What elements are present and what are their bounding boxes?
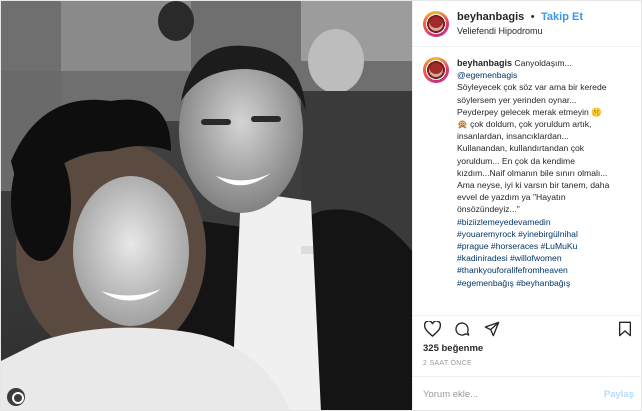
bookmark-icon[interactable]: [616, 320, 634, 338]
caption-text-line: Ama neyse, iyi ki varsın bir tanem, daha: [457, 180, 610, 191]
hashtag-line[interactable]: #egemenbağış #beyhanbağış: [457, 277, 634, 289]
post-panel: beyhanbagis • Takip Et Veliefendi Hipodr…: [412, 1, 641, 410]
share-icon[interactable]: [483, 320, 501, 338]
instagram-post: beyhanbagis • Takip Et Veliefendi Hipodr…: [0, 0, 642, 411]
header-username[interactable]: beyhanbagis: [457, 11, 524, 23]
hashtag-line[interactable]: #prague #horseraces #LuMuKu: [457, 240, 634, 252]
caption-text-line: önsözündeyiz...": [457, 204, 520, 215]
header-text: beyhanbagis • Takip Et Veliefendi Hipodr…: [457, 9, 583, 38]
caption-first-line: beyhanbagis Canyoldaşım...: [457, 57, 634, 69]
caption-text-line: Kullanandan, kullandırtandan çok: [457, 143, 585, 154]
post-comment-button[interactable]: Paylaş: [604, 389, 634, 400]
caption-text-line: Söyleyecek çok söz var ama bir kerede: [457, 82, 607, 93]
post-photo[interactable]: [1, 1, 412, 410]
separator-dot: •: [530, 11, 535, 23]
caption-text-line: yoruldum... En çok da kendime: [457, 155, 575, 166]
post-timestamp[interactable]: 2 SAAT ÖNCE: [423, 360, 472, 367]
caption-username[interactable]: beyhanbagis: [457, 58, 512, 68]
post-header: beyhanbagis • Takip Et Veliefendi Hipodr…: [413, 1, 641, 47]
location-link[interactable]: Veliefendi Hipodromu: [457, 24, 583, 38]
hashtag-line[interactable]: #thankyouforalifefromheaven: [457, 264, 634, 276]
avatar[interactable]: [423, 10, 449, 37]
hashtag-line[interactable]: #youaremyrock #yinebirgülnihal: [457, 228, 634, 240]
photo-image: [1, 1, 412, 410]
caption-text-line: Peyderpey gelecek merak etmeyin 🤫: [457, 106, 602, 117]
hashtag-line[interactable]: #biziizlemeyedevamedin: [457, 216, 634, 228]
heart-icon[interactable]: [423, 320, 441, 338]
caption-text-line: 🙊 çok doldum, çok yoruldum artık,: [457, 119, 592, 130]
caption-text-line: evvel de yazdım ya "Hayatın: [457, 192, 566, 203]
caption-text-line: Canyoldaşım...: [514, 58, 572, 68]
hashtag-line[interactable]: #kadiniradesi #willofwomen: [457, 252, 634, 264]
caption-avatar[interactable]: [423, 57, 449, 83]
action-bar: [413, 315, 641, 341]
like-count[interactable]: 325 beğenme: [423, 343, 483, 354]
caption: beyhanbagis Canyoldaşım... @egemenbagis …: [413, 51, 641, 316]
caption-text-line: kızdım...Naif olmanın bile sınırı olmalı…: [457, 167, 608, 178]
mention-link[interactable]: @egemenbagis: [457, 69, 634, 81]
caption-text-line: söylersem yer yerinden oynar...: [457, 94, 577, 105]
comment-icon[interactable]: [453, 320, 471, 338]
caption-body: beyhanbagis Canyoldaşım... @egemenbagis …: [457, 57, 634, 316]
follow-button[interactable]: Takip Et: [541, 11, 583, 23]
comment-input[interactable]: [423, 389, 593, 400]
comment-bar: Paylaş: [413, 376, 641, 410]
tag-people-icon[interactable]: [7, 388, 25, 406]
caption-text-line: insanlardan, insancıklardan...: [457, 131, 569, 142]
